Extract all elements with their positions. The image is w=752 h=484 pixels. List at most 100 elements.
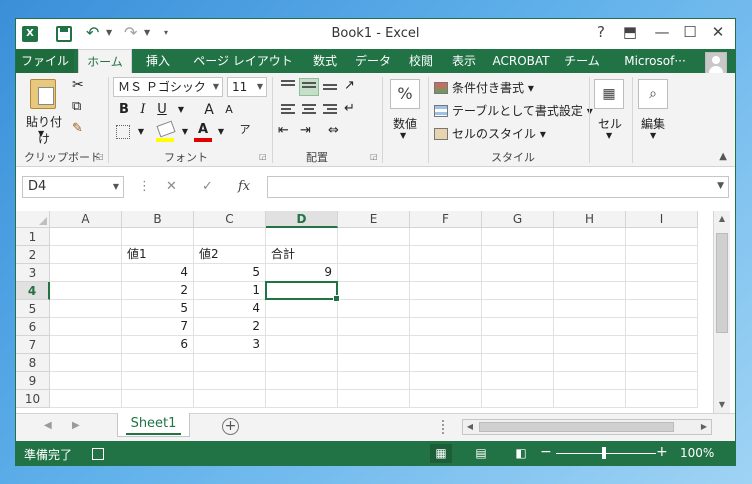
underline-button[interactable]: U bbox=[153, 101, 171, 119]
cell-e5[interactable] bbox=[338, 300, 410, 318]
align-bottom-icon[interactable] bbox=[320, 78, 340, 96]
zoom-out-button[interactable]: − bbox=[540, 444, 552, 460]
cell-h4[interactable] bbox=[554, 282, 626, 300]
cell-i4[interactable] bbox=[626, 282, 698, 300]
underline-dropdown-icon[interactable]: ▼ bbox=[172, 101, 190, 119]
cell-c4[interactable]: 1 bbox=[194, 282, 266, 300]
align-middle-icon[interactable] bbox=[299, 78, 319, 96]
orientation-icon[interactable]: ↗ bbox=[344, 78, 355, 93]
avatar[interactable] bbox=[705, 52, 727, 74]
row-header-2[interactable]: 2 bbox=[16, 246, 50, 264]
merge-center-icon[interactable]: ⇔ bbox=[328, 123, 339, 138]
cell-b9[interactable] bbox=[122, 372, 194, 390]
cell-g4[interactable] bbox=[482, 282, 554, 300]
normal-view-button[interactable]: ▦ bbox=[430, 444, 452, 463]
format-painter-icon[interactable]: ✎ bbox=[72, 121, 83, 136]
account-name[interactable]: Microsof··· bbox=[610, 49, 700, 73]
cell-a4[interactable] bbox=[50, 282, 122, 300]
cell-d4[interactable] bbox=[265, 281, 340, 302]
insert-function-button[interactable]: fx bbox=[238, 179, 250, 194]
tab-file[interactable]: ファイル bbox=[16, 49, 74, 73]
help-button[interactable]: ? bbox=[589, 23, 613, 41]
cell-i3[interactable] bbox=[626, 264, 698, 282]
row-header-3[interactable]: 3 bbox=[16, 264, 50, 282]
tab-review[interactable]: 校閲 bbox=[400, 49, 442, 73]
vertical-scrollbar[interactable]: ▲ ▼ bbox=[713, 211, 730, 413]
fill-color-icon[interactable] bbox=[156, 120, 176, 138]
expand-formula-bar-icon[interactable]: ▼ bbox=[717, 181, 724, 191]
page-break-view-button[interactable]: ◧ bbox=[510, 444, 532, 463]
cell-f5[interactable] bbox=[410, 300, 482, 318]
column-header-a[interactable]: A bbox=[50, 211, 122, 228]
cell-d3[interactable]: 9 bbox=[266, 264, 338, 282]
copy-icon[interactable]: ⧉ bbox=[72, 99, 81, 114]
cell-e3[interactable] bbox=[338, 264, 410, 282]
cell-b5[interactable]: 5 bbox=[122, 300, 194, 318]
cell-i10[interactable] bbox=[626, 390, 698, 408]
cell-f9[interactable] bbox=[410, 372, 482, 390]
cell-c8[interactable] bbox=[194, 354, 266, 372]
cells-icon[interactable]: ▦ bbox=[594, 79, 624, 109]
decrease-indent-icon[interactable]: ⇤ bbox=[278, 123, 289, 138]
cell-g10[interactable] bbox=[482, 390, 554, 408]
cell-d6[interactable] bbox=[266, 318, 338, 336]
close-button[interactable]: ✕ bbox=[706, 23, 730, 41]
cell-d7[interactable] bbox=[266, 336, 338, 354]
scroll-up-icon[interactable]: ▲ bbox=[714, 211, 730, 227]
cell-c2[interactable]: 値2 bbox=[194, 246, 266, 264]
prev-sheet-icon[interactable]: ◀ bbox=[44, 420, 52, 431]
cell-f4[interactable] bbox=[410, 282, 482, 300]
cancel-entry-button[interactable]: ✕ bbox=[166, 179, 177, 194]
cell-e9[interactable] bbox=[338, 372, 410, 390]
format-as-table-button[interactable]: テーブルとして書式設定 ▾ bbox=[434, 102, 593, 119]
collapse-ribbon-icon[interactable]: ▲ bbox=[719, 151, 727, 162]
cell-e2[interactable] bbox=[338, 246, 410, 264]
cell-a10[interactable] bbox=[50, 390, 122, 408]
borders-icon[interactable] bbox=[116, 125, 130, 139]
cell-a1[interactable] bbox=[50, 228, 122, 246]
cell-b7[interactable]: 6 bbox=[122, 336, 194, 354]
font-launcher-icon[interactable]: ◲ bbox=[259, 152, 267, 161]
cell-f3[interactable] bbox=[410, 264, 482, 282]
row-header-1[interactable]: 1 bbox=[16, 228, 50, 246]
row-header-5[interactable]: 5 bbox=[16, 300, 50, 318]
cell-f6[interactable] bbox=[410, 318, 482, 336]
tab-home[interactable]: ホーム bbox=[78, 49, 132, 73]
cell-h9[interactable] bbox=[554, 372, 626, 390]
cell-a2[interactable] bbox=[50, 246, 122, 264]
grow-font-button[interactable]: A bbox=[200, 101, 218, 119]
cut-icon[interactable]: ✂ bbox=[72, 77, 84, 93]
cell-e8[interactable] bbox=[338, 354, 410, 372]
cell-b6[interactable]: 7 bbox=[122, 318, 194, 336]
cell-c7[interactable]: 3 bbox=[194, 336, 266, 354]
scroll-right-icon[interactable]: ▶ bbox=[697, 420, 711, 434]
cell-b4[interactable]: 2 bbox=[122, 282, 194, 300]
cell-a3[interactable] bbox=[50, 264, 122, 282]
cell-h3[interactable] bbox=[554, 264, 626, 282]
cell-g7[interactable] bbox=[482, 336, 554, 354]
cell-d8[interactable] bbox=[266, 354, 338, 372]
cell-f10[interactable] bbox=[410, 390, 482, 408]
number-dropdown-icon[interactable]: ▼ bbox=[400, 131, 406, 140]
align-center-icon[interactable] bbox=[299, 101, 319, 119]
cell-g2[interactable] bbox=[482, 246, 554, 264]
cell-h6[interactable] bbox=[554, 318, 626, 336]
column-header-e[interactable]: E bbox=[338, 211, 410, 228]
cell-g8[interactable] bbox=[482, 354, 554, 372]
tab-data[interactable]: データ bbox=[348, 49, 398, 73]
scroll-left-icon[interactable]: ◀ bbox=[463, 420, 477, 434]
row-header-6[interactable]: 6 bbox=[16, 318, 50, 336]
column-header-d[interactable]: D bbox=[266, 211, 338, 228]
align-top-icon[interactable] bbox=[278, 78, 298, 96]
cell-i5[interactable] bbox=[626, 300, 698, 318]
cell-b10[interactable] bbox=[122, 390, 194, 408]
horizontal-scrollbar[interactable]: ◀ ▶ bbox=[462, 419, 712, 435]
cell-c1[interactable] bbox=[194, 228, 266, 246]
cell-c9[interactable] bbox=[194, 372, 266, 390]
cell-h10[interactable] bbox=[554, 390, 626, 408]
cell-styles-button[interactable]: セルのスタイル ▾ bbox=[434, 125, 546, 142]
vertical-scroll-thumb[interactable] bbox=[716, 233, 728, 333]
next-sheet-icon[interactable]: ▶ bbox=[72, 420, 80, 431]
row-header-7[interactable]: 7 bbox=[16, 336, 50, 354]
cell-a9[interactable] bbox=[50, 372, 122, 390]
